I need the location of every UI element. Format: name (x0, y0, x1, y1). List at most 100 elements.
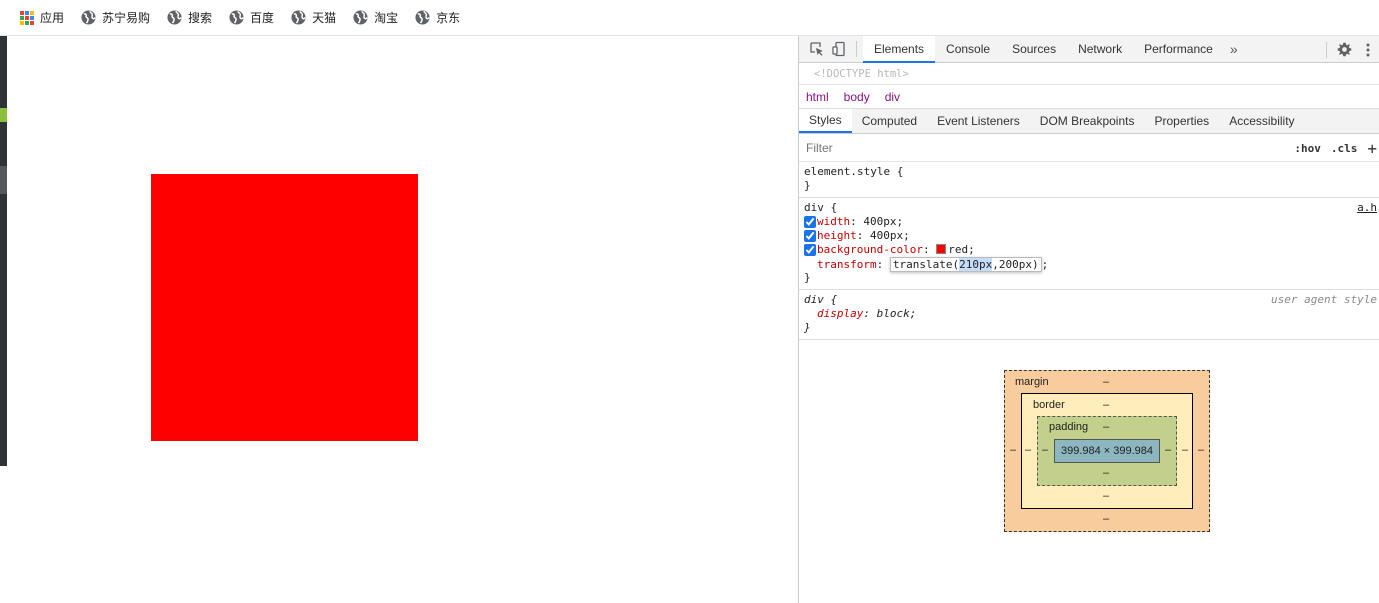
subtab-dom-breakpoints[interactable]: DOM Breakpoints (1030, 109, 1145, 133)
decl-property[interactable]: background-color (817, 243, 923, 256)
decl-background-color: background-color: red; (804, 243, 1375, 257)
element-style-rule: element.style { } (799, 162, 1379, 198)
toolbar-divider (856, 41, 857, 57)
subtab-accessibility[interactable]: Accessibility (1219, 109, 1304, 133)
decl-width: width: 400px; (804, 215, 1375, 229)
rule-source-link[interactable]: a.h (1357, 201, 1377, 215)
bookmark-suning[interactable]: 苏宁易购 (81, 8, 150, 28)
rule-selector[interactable]: element.style { (804, 165, 1375, 179)
user-agent-rule: div { user agent style display: block; } (799, 290, 1379, 340)
margin-left-value[interactable]: – (1010, 444, 1016, 456)
decl-property[interactable]: width (817, 215, 850, 228)
decl-value: block; (876, 307, 917, 320)
tab-network[interactable]: Network (1067, 36, 1133, 63)
value-semicolon: ; (1041, 258, 1049, 271)
cls-toggle[interactable]: .cls (1331, 142, 1358, 155)
rule-selector[interactable]: div { (804, 201, 1375, 215)
decl-height: height: 400px; (804, 229, 1375, 243)
bookmark-search[interactable]: 搜索 (167, 8, 212, 28)
red-square-div[interactable] (151, 174, 418, 441)
page-viewport (7, 36, 798, 603)
doctype-node[interactable]: <!DOCTYPE html> (799, 63, 1379, 85)
decl-value[interactable]: 400px; (863, 215, 903, 228)
margin-top-value[interactable]: – (1103, 376, 1109, 388)
padding-left-value[interactable]: – (1042, 444, 1048, 456)
decl-checkbox[interactable] (804, 244, 816, 256)
margin-bottom-value[interactable]: – (1103, 513, 1109, 525)
apps-grid-icon (20, 10, 34, 25)
value-text: translate( (892, 258, 960, 271)
subtab-properties[interactable]: Properties (1144, 109, 1219, 133)
tab-performance[interactable]: Performance (1133, 36, 1224, 63)
breadcrumb-div[interactable]: div (885, 90, 900, 104)
margin-right-value[interactable]: – (1198, 444, 1204, 456)
breadcrumb-body[interactable]: body (844, 90, 870, 104)
box-model-diagram: margin – – – – border – – – – padding – … (1004, 370, 1210, 532)
bookmark-label: 京东 (436, 11, 461, 25)
tab-elements[interactable]: Elements (863, 36, 936, 63)
value-editor[interactable]: translate(210px,200px) (889, 257, 1042, 272)
bookmark-tmall[interactable]: 天猫 (291, 8, 336, 28)
decl-checkbox[interactable] (804, 216, 816, 228)
tab-console[interactable]: Console (935, 36, 1001, 63)
rule-close-brace: } (804, 179, 811, 192)
globe-icon (353, 10, 368, 25)
device-toolbar-icon[interactable] (830, 40, 848, 58)
bookmarks-bar: 应用 苏宁易购 搜索 百度 天猫 淘宝 京东 (0, 0, 1379, 36)
bookmark-baidu[interactable]: 百度 (229, 8, 274, 28)
styles-filter-input[interactable] (806, 140, 1206, 155)
padding-bottom-value[interactable]: – (1103, 467, 1109, 479)
padding-top-value[interactable]: – (1103, 421, 1109, 433)
padding-right-value[interactable]: – (1165, 444, 1171, 456)
value-selection: 210px (959, 258, 993, 271)
bookmark-jd[interactable]: 京东 (415, 8, 460, 28)
rule-close-brace: } (804, 321, 811, 334)
devtools-panel: Elements Console Sources Network Perform… (798, 36, 1379, 603)
border-label: border (1033, 399, 1065, 411)
color-swatch[interactable] (936, 244, 947, 254)
div-style-rule: div { a.h width: 400px; height: 400px; b… (799, 198, 1379, 290)
decl-checkbox[interactable] (804, 230, 816, 242)
bookmark-taobao[interactable]: 淘宝 (353, 8, 398, 28)
hov-toggle[interactable]: :hov (1294, 142, 1321, 155)
more-tabs-button[interactable]: » (1224, 36, 1244, 63)
decl-value[interactable]: 400px; (870, 229, 910, 242)
border-top-value[interactable]: – (1103, 399, 1109, 411)
subtab-event-listeners[interactable]: Event Listeners (927, 109, 1030, 133)
filter-buttons: :hov .cls + (1294, 134, 1379, 162)
toolbar-right (1318, 36, 1379, 63)
margin-label: margin (1015, 376, 1049, 388)
styles-filter-bar: :hov .cls + (799, 134, 1379, 162)
inspect-element-icon[interactable] (808, 40, 826, 58)
box-model-margin[interactable]: margin – – – – border – – – – padding – … (1004, 370, 1210, 532)
bookmark-label: 搜索 (188, 11, 213, 25)
globe-icon (291, 10, 306, 25)
kebab-menu-icon[interactable] (1359, 41, 1377, 59)
decl-property[interactable]: transform (817, 258, 877, 271)
subtab-styles[interactable]: Styles (799, 109, 852, 133)
decl-property[interactable]: height (817, 229, 857, 242)
toolbar-divider (1326, 41, 1327, 58)
decl-value[interactable]: red; (948, 243, 975, 256)
new-rule-button[interactable]: + (1367, 139, 1377, 158)
box-model-padding[interactable]: padding – – – – 399.984 × 399.984 (1037, 416, 1177, 486)
bookmark-apps[interactable]: 应用 (20, 8, 64, 28)
breadcrumb-html[interactable]: html (806, 90, 829, 104)
box-model-border[interactable]: border – – – – padding – – – – 399.984 ×… (1021, 393, 1193, 509)
globe-icon (415, 10, 430, 25)
border-right-value[interactable]: – (1182, 444, 1188, 456)
desktop-edge (0, 36, 7, 466)
border-left-value[interactable]: – (1025, 444, 1031, 456)
subtab-computed[interactable]: Computed (852, 109, 927, 133)
bookmark-label: 应用 (40, 11, 65, 25)
globe-icon (229, 10, 244, 25)
styles-subtabs: Styles Computed Event Listeners DOM Brea… (799, 109, 1379, 134)
border-bottom-value[interactable]: – (1103, 490, 1109, 502)
padding-label: padding (1049, 421, 1089, 433)
gear-icon[interactable] (1335, 41, 1353, 59)
bookmark-label: 百度 (250, 11, 275, 25)
devtools-toolbar: Elements Console Sources Network Perform… (799, 36, 1379, 63)
value-text: ,200px) (992, 258, 1039, 271)
tab-sources[interactable]: Sources (1001, 36, 1067, 63)
box-model-content[interactable]: 399.984 × 399.984 (1054, 439, 1160, 463)
